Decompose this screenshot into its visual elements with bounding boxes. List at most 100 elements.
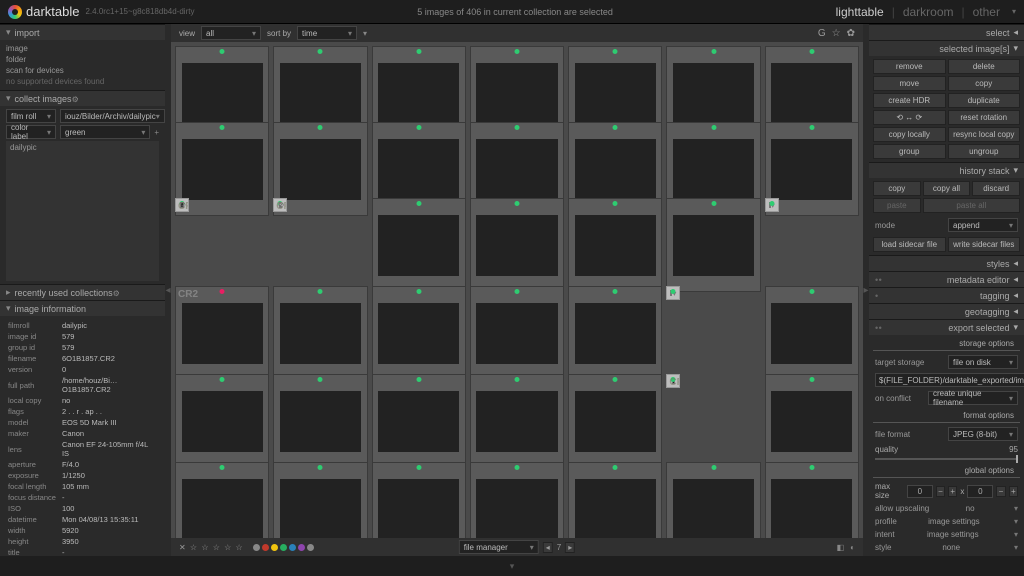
collect-rule2-type[interactable]: color label [6, 125, 56, 139]
thumbnail[interactable] [568, 198, 662, 292]
import-folder[interactable]: folder [6, 54, 159, 65]
ungroup-button[interactable]: ungroup [948, 144, 1021, 159]
intent-select[interactable]: image settings [927, 530, 979, 539]
duplicate-button[interactable]: duplicate [948, 93, 1021, 108]
imageinfo-header[interactable]: ▾image information [0, 300, 165, 316]
import-image[interactable]: image [6, 43, 159, 54]
write-sidecar-button[interactable]: write sidecar files [948, 237, 1021, 252]
rating-filter[interactable]: ✕ ☆ ☆ ☆ ☆ ☆ [179, 543, 244, 552]
thumbnail[interactable] [175, 374, 269, 468]
copy-button[interactable]: copy [948, 76, 1021, 91]
file-format-select[interactable]: JPEG (8-bit) [948, 427, 1018, 441]
group-icon[interactable]: G [818, 28, 826, 39]
hist-copyall-button[interactable]: copy all [923, 181, 971, 196]
hist-paste-button[interactable]: paste [873, 198, 921, 213]
thumbnail[interactable] [372, 462, 466, 538]
thumbnail[interactable] [765, 122, 859, 216]
thumbnail[interactable] [273, 374, 367, 468]
h-dec-button[interactable]: − [996, 486, 1005, 497]
view-select[interactable]: all [201, 26, 261, 40]
upscale-select[interactable]: no [966, 504, 975, 513]
thumbnail[interactable] [765, 462, 859, 538]
sort-dir-icon[interactable]: ▾ [363, 29, 367, 38]
w-inc-button[interactable]: + [948, 486, 957, 497]
create-hdr-button[interactable]: create HDR [873, 93, 946, 108]
thumbnail[interactable] [273, 286, 367, 380]
gear-icon[interactable] [113, 288, 120, 298]
hist-pasteall-button[interactable]: paste all [923, 198, 1020, 213]
thumbnail[interactable] [372, 374, 466, 468]
overlay-toggle-icon[interactable]: ◧ [837, 543, 845, 552]
thumbnail[interactable] [568, 286, 662, 380]
collect-rule1-type[interactable]: film roll [6, 109, 56, 123]
thumbnail[interactable] [666, 462, 760, 538]
history-header[interactable]: history stack▾ [869, 162, 1024, 178]
select-header[interactable]: select◂ [869, 24, 1024, 40]
thumbnail[interactable] [568, 462, 662, 538]
collect-rule2-add-icon[interactable]: + [154, 128, 159, 137]
import-scan[interactable]: scan for devices [6, 65, 159, 76]
thumbnail-selected[interactable] [666, 286, 680, 300]
reject-icon[interactable]: ✕ [276, 200, 283, 209]
thumbnail-selected[interactable]: ⊘ [175, 198, 189, 212]
target-storage-select[interactable]: file on disk [948, 355, 1018, 369]
display-profile-icon[interactable]: ◐ [850, 543, 855, 552]
remove-button[interactable]: remove [873, 59, 946, 74]
rotate-button[interactable]: ⟲ ↔ ⟳ [873, 110, 946, 125]
mode-more-icon[interactable]: ▾ [1012, 7, 1016, 16]
hist-copy-button[interactable]: copy [873, 181, 921, 196]
selected-images-header[interactable]: selected image[s]▾ [869, 40, 1024, 56]
settings-icon[interactable]: ✿ [847, 28, 855, 39]
copy-locally-button[interactable]: copy locally [873, 127, 946, 142]
hist-mode-select[interactable]: append [948, 218, 1018, 232]
recent-header[interactable]: ▸recently used collections [0, 284, 165, 300]
mode-other[interactable]: other [973, 5, 1000, 19]
resync-button[interactable]: resync local copy [948, 127, 1021, 142]
zoom-out-button[interactable]: ◂ [543, 542, 553, 553]
thumbnail[interactable] [273, 462, 367, 538]
group-button[interactable]: group [873, 144, 946, 159]
thumbnail[interactable] [175, 122, 269, 216]
conflict-select[interactable]: create unique filename [928, 391, 1018, 405]
styles-header[interactable]: styles◂ [869, 255, 1024, 271]
thumbnail[interactable] [175, 286, 269, 380]
color-label-filter[interactable] [252, 543, 315, 552]
gear-icon[interactable] [72, 94, 79, 104]
delete-button[interactable]: delete [948, 59, 1021, 74]
move-button[interactable]: move [873, 76, 946, 91]
thumbnail[interactable] [372, 198, 466, 292]
maxsize-width-input[interactable]: 0 [907, 485, 933, 498]
export-header[interactable]: • •export selected▾ [869, 319, 1024, 335]
thumbnail[interactable] [372, 286, 466, 380]
maxsize-height-input[interactable]: 0 [967, 485, 993, 498]
thumbnail-selected[interactable]: ✕★★☆☆☆⊘ [273, 198, 287, 212]
collect-rule2-val[interactable]: green [60, 125, 150, 139]
thumbnail[interactable] [568, 374, 662, 468]
h-inc-button[interactable]: + [1009, 486, 1018, 497]
layout-select[interactable]: file manager [459, 540, 539, 554]
mode-lighttable[interactable]: lighttable [836, 5, 884, 19]
thumbnail-selected[interactable] [666, 374, 680, 388]
thumbnail[interactable] [765, 374, 859, 468]
profile-select[interactable]: image settings [928, 517, 980, 526]
w-dec-button[interactable]: − [936, 486, 945, 497]
collect-rule1-val[interactable]: iouz/Bilder/Archiv/dailypic [60, 109, 165, 123]
collect-header[interactable]: ▾collect images [0, 90, 165, 106]
thumbnail[interactable] [470, 462, 564, 538]
reset-rotation-button[interactable]: reset rotation [948, 110, 1021, 125]
thumbnail[interactable] [175, 462, 269, 538]
tagging-header[interactable]: •tagging◂ [869, 287, 1024, 303]
quality-slider[interactable] [875, 458, 1018, 460]
thumbnail[interactable] [765, 286, 859, 380]
mode-darkroom[interactable]: darkroom [903, 5, 954, 19]
geotagging-header[interactable]: geotagging◂ [869, 303, 1024, 319]
load-sidecar-button[interactable]: load sidecar file [873, 237, 946, 252]
metadata-header[interactable]: • •metadata editor◂ [869, 271, 1024, 287]
rating-stars[interactable]: ★★☆☆☆ [278, 201, 287, 209]
export-path-input[interactable]: $(FILE_FOLDER)/darktable_exported/img_ [875, 373, 1024, 387]
thumbnail[interactable] [470, 286, 564, 380]
sort-select[interactable]: time [297, 26, 357, 40]
star-icon[interactable]: ☆ [832, 28, 841, 39]
style-select[interactable]: none [942, 543, 960, 552]
thumbnail[interactable] [470, 374, 564, 468]
